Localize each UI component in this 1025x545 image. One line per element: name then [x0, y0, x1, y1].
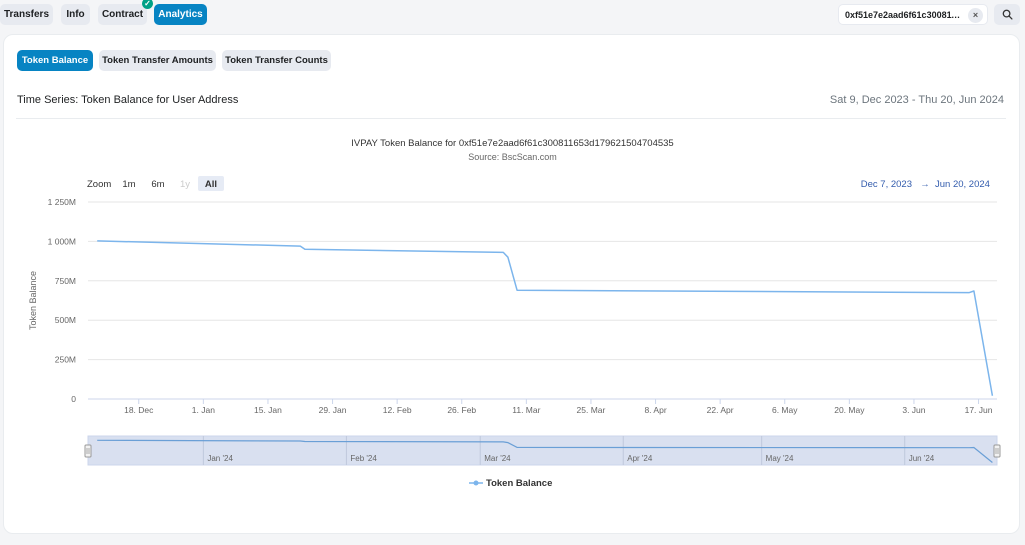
navigator-tick-label: Mar '24	[484, 454, 511, 463]
legend-symbol-marker	[473, 480, 479, 486]
chart-legend[interactable]: Token Balance	[469, 478, 552, 489]
y-tick-label: 0	[71, 394, 76, 404]
navigator-handle-right[interactable]	[993, 444, 1001, 458]
y-axis-ticks: 0 250M 500M 750M 1 000M 1 250M Token Balance	[28, 197, 76, 404]
chart-grid	[88, 201, 997, 400]
address-filter-field[interactable]: 0xf51e7e2aad6f61c30081165... ×	[838, 4, 988, 25]
zoom-label: Zoom	[87, 179, 111, 190]
x-tick-label: 6. May	[772, 405, 798, 415]
analytics-card: Token Balance Token Transfer Amounts Tok…	[3, 34, 1020, 534]
zoom-button-all[interactable]: All	[205, 179, 217, 190]
x-tick-label: 8. Apr	[644, 405, 666, 415]
zoom-button-1y[interactable]: 1y	[180, 179, 190, 190]
x-tick-label: 3. Jun	[902, 405, 925, 415]
x-tick-label: 11. Mar	[512, 405, 540, 415]
x-tick-label: 22. Apr	[707, 405, 734, 415]
token-balance-chart: Zoom 1m 6m 1y All Dec 7, 2023 → Jun 20, 2024 0 2…	[28, 176, 1001, 489]
legend-item-token-balance[interactable]: Token Balance	[486, 478, 552, 489]
navigator[interactable]: Jan '24 Feb '24 Mar '24 Apr '24 May '24 Jun '…	[84, 435, 1001, 466]
tab-analytics[interactable]: Analytics	[154, 4, 207, 25]
clear-filter-button[interactable]: ×	[968, 8, 983, 23]
navigator-tick-label: Jun '24	[909, 454, 935, 463]
range-from-input[interactable]: Dec 7, 2023	[861, 179, 912, 190]
y-tick-label: 1 000M	[48, 236, 76, 246]
range-to-input[interactable]: Jun 20, 2024	[935, 179, 990, 190]
search-icon	[1002, 9, 1013, 20]
navigator-tick-label: Feb '24	[350, 454, 377, 463]
x-tick-label: 26. Feb	[447, 405, 476, 415]
address-filter-value: 0xf51e7e2aad6f61c30081165...	[845, 9, 965, 20]
x-axis-ticks: 18. Dec 1. Jan 15. Jan 29. Jan 12. Feb 26. Fe…	[124, 399, 993, 415]
y-tick-label: 750M	[55, 276, 76, 286]
search-button[interactable]	[994, 4, 1020, 25]
tab-contract[interactable]: Contract	[98, 4, 147, 25]
zoom-button-6m[interactable]: 6m	[151, 179, 164, 190]
x-tick-label: 17. Jun	[965, 405, 993, 415]
x-tick-label: 15. Jan	[254, 405, 282, 415]
y-tick-label: 250M	[55, 355, 76, 365]
tab-transfers[interactable]: Transfers	[0, 4, 53, 25]
range-arrow: →	[920, 179, 930, 190]
x-tick-label: 25. Mar	[577, 405, 606, 415]
navigator-handle-left[interactable]	[84, 444, 92, 458]
top-navigation: Transfers Info Contract ✓ Analytics 0xf5…	[0, 0, 1025, 32]
x-tick-label: 29. Jan	[319, 405, 347, 415]
y-tick-label: 1 250M	[48, 197, 76, 207]
navigator-tick-label: Jan '24	[207, 454, 233, 463]
navigator-tick-label: May '24	[766, 454, 794, 463]
zoom-button-1m[interactable]: 1m	[122, 179, 135, 190]
tab-info[interactable]: Info	[61, 4, 90, 25]
chart-series	[97, 240, 994, 396]
navigator-tick-label: Apr '24	[627, 454, 653, 463]
y-tick-label: 500M	[55, 315, 76, 325]
series-line-token-balance[interactable]	[97, 240, 994, 396]
y-axis-title: Token Balance	[28, 271, 38, 330]
range-selector: Zoom 1m 6m 1y All Dec 7, 2023 → Jun 20, 2024	[87, 176, 990, 191]
x-tick-label: 20. May	[834, 405, 865, 415]
x-tick-label: 18. Dec	[124, 405, 154, 415]
x-tick-label: 12. Feb	[383, 405, 412, 415]
verified-check-icon: ✓	[142, 0, 153, 9]
x-tick-label: 1. Jan	[192, 405, 215, 415]
